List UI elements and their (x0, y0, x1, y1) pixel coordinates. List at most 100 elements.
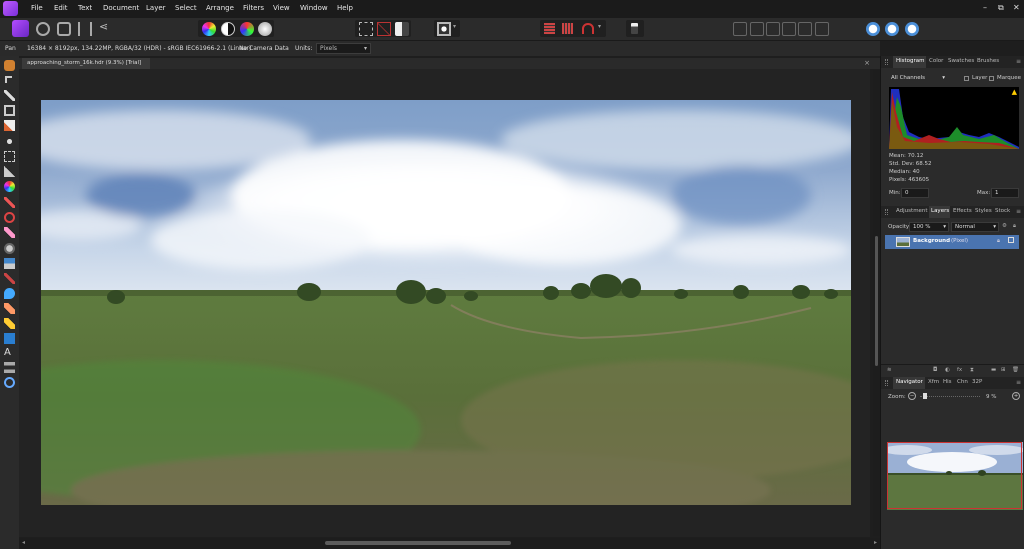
panel-menu-icon[interactable]: ≡ (1016, 379, 1021, 386)
lock-icon[interactable]: 🔒︎ (997, 238, 1000, 245)
menu-filters[interactable]: Filters (243, 4, 264, 12)
move-tool-icon[interactable] (5, 76, 12, 83)
close-icon[interactable]: × (864, 59, 870, 67)
flood-fill-icon[interactable] (4, 166, 15, 177)
contrast-icon[interactable] (221, 22, 235, 36)
align-right-icon[interactable] (766, 22, 780, 36)
zoom-out-icon[interactable]: − (908, 392, 916, 400)
menu-window[interactable]: Window (300, 4, 328, 12)
panel-menu-icon[interactable]: ≡ (1016, 58, 1021, 65)
marquee-checkbox[interactable] (989, 76, 994, 81)
split-view-icon[interactable] (885, 22, 899, 36)
grid-icon[interactable] (544, 23, 555, 34)
mirror-view-icon[interactable] (905, 22, 919, 36)
snapping-magnet-icon[interactable] (582, 23, 594, 34)
flood-select-icon[interactable] (4, 136, 15, 147)
marquee-icon[interactable] (359, 22, 373, 36)
navigator-preview[interactable] (887, 442, 1023, 510)
fx-icon[interactable]: fx (957, 367, 962, 373)
add-layer-icon[interactable]: ⊞ (1001, 367, 1006, 373)
zoom-tool-icon[interactable] (4, 377, 15, 388)
pen-tool-icon[interactable] (4, 318, 15, 329)
menu-file[interactable]: File (31, 4, 43, 12)
tab-channels[interactable]: Chn (957, 379, 968, 385)
blur-brush-icon[interactable] (4, 288, 15, 299)
tab-history[interactable]: His (943, 379, 952, 385)
layer-row-background[interactable]: Background (Pixel) 🔒︎ (885, 235, 1019, 249)
marquee-tool-icon[interactable] (4, 151, 15, 162)
tab-color[interactable]: Color (929, 58, 943, 64)
mask-icon[interactable]: ◘ (933, 367, 937, 373)
units-select[interactable]: Pixels ▾ (316, 43, 371, 54)
tone-mapping-persona-icon[interactable] (78, 22, 92, 36)
document-tab[interactable]: approaching_storm_16k.hdr (9.3%) [Trial] (22, 58, 150, 69)
align-center-icon[interactable] (750, 22, 764, 36)
tab-histogram[interactable]: Histogram (896, 58, 925, 64)
mesh-warp-icon[interactable] (4, 362, 15, 373)
gear-icon[interactable]: ⚙ (1002, 223, 1007, 229)
menu-layer[interactable]: Layer (146, 4, 166, 12)
flip-icon[interactable] (815, 22, 829, 36)
live-filter-icon[interactable]: ⧗ (970, 367, 974, 374)
menu-view[interactable]: View (273, 4, 290, 12)
color-replacement-icon[interactable] (4, 212, 15, 223)
liquify-persona-icon[interactable] (36, 22, 50, 36)
navigator-viewport[interactable] (887, 442, 1022, 509)
tab-effects[interactable]: Effects (953, 208, 972, 214)
tab-navigator[interactable]: Navigator (896, 379, 923, 385)
text-tool-icon[interactable]: A (4, 347, 15, 358)
channel-select[interactable]: All Channels ▾ (888, 74, 948, 84)
saturation-icon[interactable] (240, 22, 254, 36)
delete-layer-icon[interactable]: 🗑︎ (1012, 367, 1019, 373)
grip-icon[interactable] (885, 209, 888, 215)
menu-help[interactable]: Help (337, 4, 353, 12)
menu-document[interactable]: Document (103, 4, 139, 12)
panel-menu-icon[interactable]: ≡ (1016, 208, 1021, 215)
hand-tool-icon[interactable] (4, 60, 15, 71)
vertical-scrollbar[interactable] (873, 70, 880, 536)
tab-adjustment[interactable]: Adjustment (896, 208, 928, 214)
healing-brush-icon[interactable] (4, 303, 15, 314)
menu-arrange[interactable]: Arrange (206, 4, 234, 12)
erase-brush-icon[interactable] (4, 227, 15, 238)
distribute-icon[interactable] (782, 22, 796, 36)
scroll-thumb[interactable] (875, 236, 878, 366)
layers-stack-icon[interactable]: ≋ (887, 367, 892, 373)
menu-edit[interactable]: Edit (54, 4, 68, 12)
red-eye-icon[interactable] (4, 273, 15, 284)
menu-text[interactable]: Text (78, 4, 92, 12)
zoom-slider[interactable] (920, 396, 980, 397)
close-window-icon[interactable]: ✕ (1013, 3, 1020, 12)
tab-transform[interactable]: Xfm (928, 379, 939, 385)
assistant-icon[interactable] (631, 23, 638, 34)
chevron-down-icon[interactable]: ▾ (453, 23, 456, 30)
tab-stock[interactable]: Stock (995, 208, 1010, 214)
scroll-left-icon[interactable]: ◂ (22, 539, 25, 546)
guides-icon[interactable] (562, 23, 573, 34)
tab-layers[interactable]: Layers (931, 208, 949, 214)
paint-brush-icon[interactable] (4, 197, 15, 208)
adjustment-icon[interactable]: ◐ (945, 367, 950, 373)
dodge-tool-icon[interactable] (4, 243, 15, 254)
tab-swatches[interactable]: Swatches (948, 58, 974, 64)
clone-tool-icon[interactable] (4, 258, 15, 269)
canvas-area[interactable] (19, 69, 870, 537)
invert-selection-icon[interactable] (395, 22, 409, 36)
develop-persona-icon[interactable] (57, 22, 71, 36)
restore-icon[interactable]: ⧉ (998, 3, 1004, 13)
minimize-icon[interactable]: – (983, 3, 987, 12)
blend-mode-select[interactable]: Normal ▾ (951, 222, 999, 232)
white-balance-icon[interactable] (258, 22, 272, 36)
color-wheel-icon[interactable] (202, 22, 216, 36)
rectangle-tool-icon[interactable] (4, 333, 15, 344)
color-picker-tool-icon[interactable] (4, 90, 15, 101)
align-icon[interactable] (733, 22, 747, 36)
photo-persona-icon[interactable] (12, 20, 29, 37)
scroll-thumb[interactable] (325, 541, 511, 545)
tab-32bit-preview[interactable]: 32P (972, 379, 982, 385)
crop-tool-icon[interactable] (4, 105, 15, 116)
tab-styles[interactable]: Styles (975, 208, 992, 214)
selection-brush-icon[interactable] (4, 120, 15, 131)
zoom-in-icon[interactable]: + (1012, 392, 1020, 400)
horizontal-scrollbar[interactable]: ◂ ▸ (19, 538, 880, 549)
